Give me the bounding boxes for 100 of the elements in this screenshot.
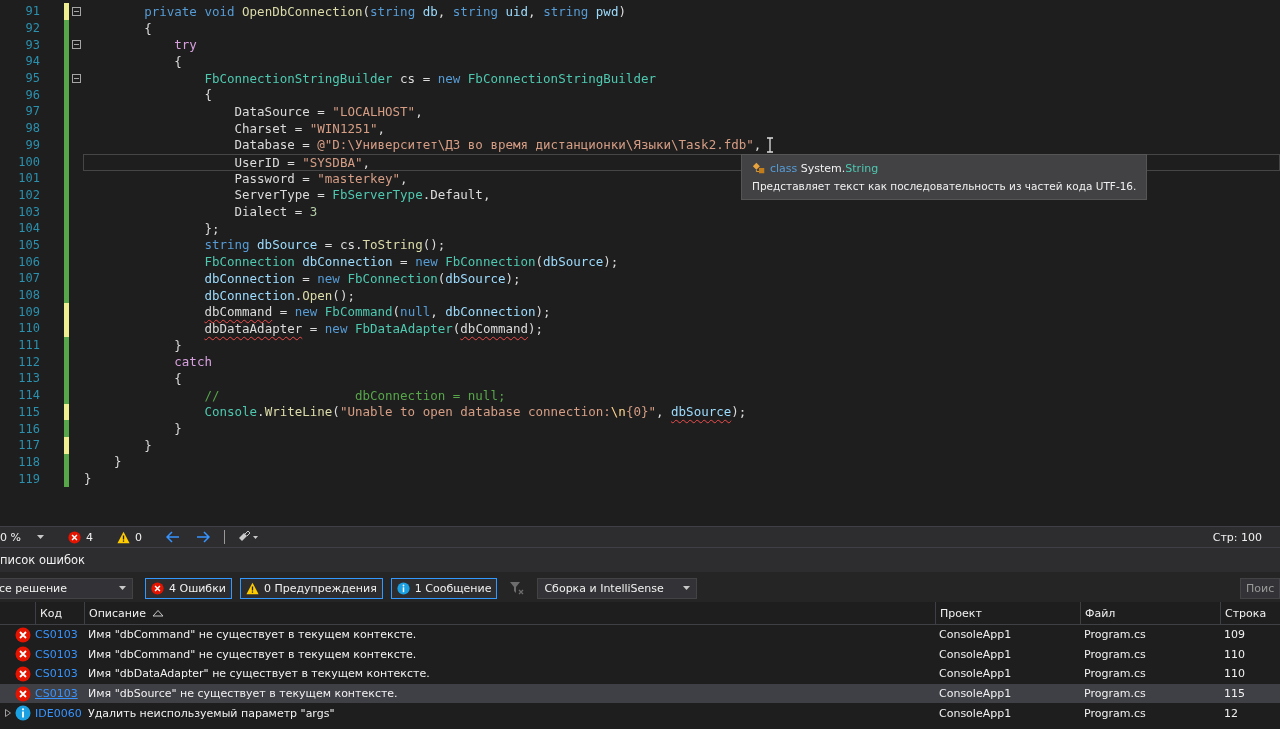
- code-line: }: [113, 454, 122, 470]
- line-number: 114: [17, 388, 40, 403]
- caret-icon: [37, 535, 44, 539]
- tooltip-description: Представляет текст как последовательность из частей кода UTF-16.: [752, 179, 1137, 193]
- error-count: 4: [86, 530, 93, 544]
- table-cell-text: Program.cs: [1083, 687, 1147, 701]
- line-number: 105: [17, 237, 40, 252]
- code-line: Dialect = 3: [233, 204, 318, 220]
- table-cell-text: ConsoleApp1: [938, 647, 1013, 661]
- error-icon: [68, 530, 81, 544]
- filter-icon[interactable]: [509, 580, 526, 596]
- column-header[interactable]: Описание: [84, 602, 935, 624]
- error-code-link[interactable]: CS0103: [35, 667, 78, 681]
- table-cell-text: Program.cs: [1083, 647, 1147, 661]
- error-code-link[interactable]: CS0103: [35, 628, 78, 642]
- line-number: 112: [17, 354, 40, 369]
- line-number: 113: [17, 371, 40, 386]
- column-header[interactable]: Код: [35, 602, 84, 624]
- tooltip-title: class System.String: [770, 161, 879, 175]
- collapse-icon[interactable]: [71, 73, 81, 83]
- line-number: 99: [24, 137, 40, 152]
- filter-toggle[interactable]: 1 Сообщение: [390, 577, 498, 599]
- table-cell-text: Program.cs: [1083, 706, 1147, 720]
- scope-dropdown[interactable]: се решение: [0, 577, 133, 599]
- table-cell-text: Program.cs: [1083, 667, 1147, 681]
- line-number: 100: [17, 154, 40, 169]
- line-position: Стр: 100: [1212, 530, 1262, 544]
- line-number: 98: [24, 121, 40, 136]
- build-filter-dropdown[interactable]: Сборка и IntelliSense: [537, 577, 698, 599]
- code-line: FbConnectionStringBuilder cs = new FbConnectionStringBuilder: [203, 70, 656, 86]
- line-number: 118: [17, 454, 40, 469]
- table-cell-text: 109: [1223, 628, 1246, 642]
- table-cell-text: Имя "dbCommand" не существует в текущем контексте.: [87, 647, 418, 661]
- table-cell-text: Имя "dbSource" не существует в текущем контексте.: [87, 687, 399, 701]
- table-cell-text: ConsoleApp1: [938, 667, 1013, 681]
- line-number: 104: [17, 221, 40, 236]
- back-arrow-icon[interactable]: [166, 531, 180, 543]
- warning-count: 0: [135, 530, 142, 544]
- table-row[interactable]: IDE0060 Удалить неиспользуемый параметр "args" ConsoleApp1 Program.cs 12: [0, 703, 1280, 723]
- line-number: 96: [24, 87, 40, 102]
- line-number: 97: [24, 104, 40, 119]
- column-header[interactable]: Строка: [1220, 602, 1280, 624]
- table-cell-text: Удалить неиспользуемый параметр "args": [87, 706, 336, 720]
- error-code-link[interactable]: IDE0060: [35, 706, 82, 720]
- collapse-icon[interactable]: [71, 40, 81, 50]
- code-line: dbCommand = new FbCommand(null, dbConnection);: [203, 304, 551, 320]
- code-line: dbDataAdapter = new FbDataAdapter(dbCommand);: [203, 320, 544, 336]
- zoom-dropdown[interactable]: 0 %: [0, 530, 44, 544]
- collapse-icon[interactable]: [71, 6, 81, 16]
- selected-row[interactable]: CS0103 Имя "dbSource" не существует в текущем контексте. ConsoleApp1 Program.cs 115: [0, 683, 1280, 704]
- table-cell-text: ConsoleApp1: [938, 687, 1013, 701]
- code-line: DataSource = "LOCALHOST",: [233, 103, 423, 119]
- line-number: 117: [17, 438, 40, 453]
- forward-arrow-icon[interactable]: [196, 531, 210, 543]
- expand-icon[interactable]: [5, 709, 11, 718]
- code-line: }: [173, 337, 182, 353]
- code-line: }: [143, 437, 152, 453]
- table-cell-text: 12: [1223, 706, 1239, 720]
- code-line: Password = "masterkey",: [233, 170, 408, 186]
- code-line: {: [203, 87, 212, 103]
- code-line: ServerType = FbServerType.Default,: [233, 187, 491, 203]
- table-row[interactable]: CS0103 Имя "dbCommand" не существует в текущем контексте. ConsoleApp1 Program.cs 109: [0, 625, 1280, 645]
- brush-icon[interactable]: [237, 530, 259, 544]
- table-row[interactable]: CS0103 Имя "dbCommand" не существует в текущем контексте. ConsoleApp1 Program.cs 110: [0, 644, 1280, 665]
- column-header[interactable]: Проект: [935, 602, 1080, 624]
- text-cursor-icon: [766, 137, 774, 153]
- panel-title: писок ошибок: [0, 553, 86, 567]
- code-line: dbConnection = new FbConnection(dbSource);: [203, 270, 521, 286]
- table-cell-text: 110: [1223, 667, 1246, 681]
- line-number: 91: [24, 4, 40, 19]
- line-number: 111: [17, 338, 40, 353]
- caret-icon: [683, 586, 691, 590]
- code-line: UserID = "SYSDBA",: [233, 154, 370, 170]
- line-number: 101: [17, 171, 40, 186]
- code-line: private void OpenDbConnection(string db, string uid, string pwd): [143, 3, 626, 19]
- line-number: 103: [17, 204, 40, 219]
- code-line: Charset = "WIN1251",: [233, 120, 386, 136]
- code-line: };: [203, 220, 220, 236]
- line-number: 106: [17, 254, 40, 269]
- code-line: dbConnection.Open();: [203, 287, 355, 303]
- column-header[interactable]: Файл: [1080, 602, 1220, 624]
- code-line: Database = @"D:\Университет\ДЗ во время дистанционки\Языки\Task2.fdb",: [233, 137, 762, 153]
- filter-toggle[interactable]: 4 Ошибки: [145, 577, 232, 599]
- line-number: 102: [17, 187, 40, 202]
- code-line: try: [173, 37, 197, 53]
- table-row[interactable]: CS0103 Имя "dbDataAdapter" не существует в текущем контексте. ConsoleApp1 Program.cs 110: [0, 664, 1280, 684]
- table-cell-text: ConsoleApp1: [938, 706, 1013, 720]
- line-number: 110: [17, 321, 40, 336]
- table-cell-text: ConsoleApp1: [938, 628, 1013, 642]
- line-number: 95: [24, 71, 40, 86]
- error-code-link[interactable]: CS0103: [35, 647, 78, 661]
- code-line: {: [173, 53, 182, 69]
- search-field[interactable]: Поис: [1240, 577, 1280, 599]
- warning-icon: [117, 530, 130, 544]
- line-number: 115: [17, 404, 40, 419]
- code-line: {: [173, 370, 182, 386]
- code-line: string dbSource = cs.ToString();: [203, 237, 446, 253]
- line-number: 108: [17, 288, 40, 303]
- code-line: {: [143, 20, 152, 36]
- filter-toggle[interactable]: 0 Предупреждения: [239, 577, 383, 599]
